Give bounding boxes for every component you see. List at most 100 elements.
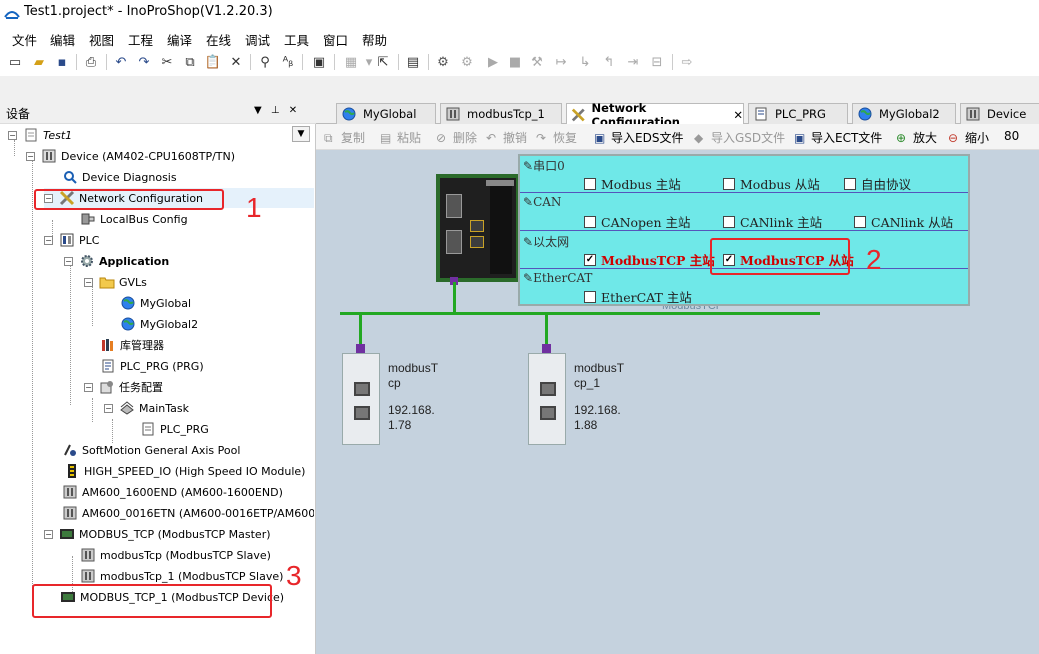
find-icon[interactable]: ⚲ <box>256 53 274 71</box>
next-icon[interactable]: ⇨ <box>678 53 696 71</box>
modbus-slave-checkbox[interactable]: Modbus 从站 <box>723 174 820 193</box>
menu-help[interactable]: 帮助 <box>362 30 387 49</box>
tree-item-plc[interactable]: PLC <box>79 234 99 247</box>
window-icon[interactable]: ▣ <box>310 53 328 71</box>
tree-item-high-speed-io[interactable]: HIGH_SPEED_IO (High Speed IO Module) <box>84 465 305 478</box>
tree-item-am600-0016etn[interactable]: AM600_0016ETN (AM600-0016ETP/AM600-0016E… <box>82 507 314 520</box>
program-icon <box>102 359 114 373</box>
tree-item-library-manager[interactable]: 库管理器 <box>120 337 164 353</box>
ethercat-title-text: EtherCAT <box>533 271 593 285</box>
redo-button[interactable]: ↷ 恢复 <box>536 129 577 146</box>
step-over-icon[interactable]: ↦ <box>552 53 570 71</box>
save-icon[interactable]: ▪ <box>53 53 71 71</box>
menu-file[interactable]: 文件 <box>12 30 37 49</box>
tab-label: MyGlobal2 <box>879 107 940 121</box>
canlink-master-checkbox[interactable]: CANlink 主站 <box>723 212 822 231</box>
import-eds-button[interactable]: ▣ 导入EDS文件 <box>594 129 683 146</box>
plc-device-image[interactable] <box>436 174 520 282</box>
step-into-icon[interactable]: ↳ <box>576 53 594 71</box>
tree-item-task-config[interactable]: 任务配置 <box>119 379 163 395</box>
run-to-cursor-icon[interactable]: ⇥ <box>624 53 642 71</box>
import-ect-button[interactable]: ▣ 导入ECT文件 <box>794 129 882 146</box>
tab-myglobal2[interactable]: MyGlobal2 <box>852 103 956 124</box>
reset-icon[interactable]: ⚒ <box>528 53 546 71</box>
undo-button[interactable]: ↶ 撤销 <box>486 129 527 146</box>
tree-item-am600-1600end[interactable]: AM600_1600END (AM600-1600END) <box>82 486 283 499</box>
canlink-slave-checkbox[interactable]: CANlink 从站 <box>854 212 953 231</box>
tree-item-modbustcp-1-slave[interactable]: modbusTcp_1 (ModbusTCP Slave) <box>100 570 283 583</box>
tree-item-myglobal[interactable]: MyGlobal <box>140 297 191 310</box>
globe-icon <box>121 296 135 310</box>
menu-debug[interactable]: 调试 <box>245 30 270 49</box>
paste-label: 粘贴 <box>397 131 422 145</box>
tab-close-icon[interactable]: ✕ <box>733 108 743 122</box>
zoom-out-icon: ⊖ <box>948 130 959 145</box>
can-title: ✎CAN <box>523 195 561 209</box>
ethercat-master-checkbox[interactable]: EtherCAT 主站 <box>584 287 692 306</box>
breakpoint-icon[interactable]: ⊟ <box>648 53 666 71</box>
zoom-out-button[interactable]: ⊖ 缩小 <box>948 129 989 146</box>
tree-item-softmotion-axis-pool[interactable]: SoftMotion General Axis Pool <box>82 444 240 457</box>
tab-modbustcp-1[interactable]: modbusTcp_1 <box>440 103 562 124</box>
canopen-master-checkbox[interactable]: CANopen 主站 <box>584 212 690 231</box>
redo-icon[interactable]: ↷ <box>135 53 153 71</box>
tab-myglobal[interactable]: MyGlobal <box>336 103 436 124</box>
tree-item-plc-prg[interactable]: PLC_PRG (PRG) <box>120 360 204 373</box>
tree-item-gvls[interactable]: GVLs <box>119 276 147 289</box>
stop-icon[interactable]: ■ <box>506 53 524 71</box>
copy-button[interactable]: ⧉ 复制 <box>324 129 365 146</box>
undo-icon[interactable]: ↶ <box>112 53 130 71</box>
paste-icon[interactable]: 📋 <box>204 53 222 71</box>
annotation-number-2: 2 <box>866 244 882 275</box>
import-gsd-button[interactable]: ◆ 导入GSD文件 <box>694 129 785 146</box>
print-icon[interactable]: ⎙ <box>82 53 100 71</box>
open-folder-icon[interactable]: ▰ <box>30 53 48 71</box>
menu-project[interactable]: 工程 <box>128 30 153 49</box>
application-gear-icon <box>81 255 93 267</box>
menu-window[interactable]: 窗口 <box>323 30 348 49</box>
tree-item-plc-prg-call[interactable]: PLC_PRG <box>160 423 209 436</box>
tree-item-myglobal2[interactable]: MyGlobal2 <box>140 318 198 331</box>
ethernet-title-text: 以太网 <box>533 235 570 249</box>
menu-tools[interactable]: 工具 <box>284 30 309 49</box>
tree-item-localbus-config[interactable]: LocalBus Config <box>100 213 188 226</box>
tree-item-application[interactable]: Application <box>99 255 169 268</box>
tab-plc-prg[interactable]: PLC_PRG <box>748 103 848 124</box>
delete-icon[interactable]: ✕ <box>227 53 245 71</box>
panel-controls[interactable]: ▼ ⊥ ✕ <box>254 105 300 116</box>
login-icon[interactable]: ⚙ <box>434 53 452 71</box>
free-protocol-checkbox[interactable]: 自由协议 <box>844 174 911 193</box>
tree-item-maintask[interactable]: MainTask <box>139 402 189 415</box>
paste-button[interactable]: ▤ 粘贴 <box>380 129 421 146</box>
tree-item-modbus-tcp-master[interactable]: MODBUS_TCP (ModbusTCP Master) <box>79 528 271 541</box>
zoom-in-button[interactable]: ⊕ 放大 <box>896 129 937 146</box>
menu-edit[interactable]: 编辑 <box>50 30 75 49</box>
tree-item-test1[interactable]: Test1 <box>43 129 72 142</box>
menu-online[interactable]: 在线 <box>206 30 231 49</box>
cut-icon[interactable]: ✂ <box>158 53 176 71</box>
tree-item-device[interactable]: Device (AM402-CPU1608TP/TN) <box>61 150 235 163</box>
paste-icon: ▤ <box>380 130 392 145</box>
menu-build[interactable]: 编译 <box>167 30 192 49</box>
step-out-icon[interactable]: ↰ <box>600 53 618 71</box>
modbustcp-master-checkbox[interactable]: ✓ ModbusTCP 主站 <box>584 250 715 269</box>
tree-dropdown-button[interactable]: ▼ <box>292 126 310 142</box>
build-icon[interactable]: ▤ <box>404 53 422 71</box>
menu-view[interactable]: 视图 <box>89 30 114 49</box>
new-file-icon[interactable]: ▭ <box>6 53 24 71</box>
tree-item-device-diagnosis[interactable]: Device Diagnosis <box>82 171 177 184</box>
modbustcp-1-device-card[interactable] <box>528 353 566 445</box>
tab-device[interactable]: Device <box>960 103 1039 124</box>
modbus-master-checkbox[interactable]: Modbus 主站 <box>584 174 681 193</box>
tab-network-configuration[interactable]: Network Configuration ✕ <box>566 101 744 129</box>
run-icon[interactable]: ▶ <box>484 53 502 71</box>
copy-icon[interactable]: ⧉ <box>181 53 199 71</box>
layout-icon[interactable]: ▦ <box>342 53 360 71</box>
zoom-value[interactable]: 80 <box>1004 129 1019 143</box>
delete-button[interactable]: ⊘ 删除 <box>436 129 477 146</box>
replace-icon[interactable]: ᴬᵦ <box>279 53 297 71</box>
export-icon[interactable]: ⇱ <box>374 53 392 71</box>
modbustcp-device-card[interactable] <box>342 353 380 445</box>
logout-icon[interactable]: ⚙ <box>458 53 476 71</box>
tree-item-modbustcp-slave[interactable]: modbusTcp (ModbusTCP Slave) <box>100 549 271 562</box>
